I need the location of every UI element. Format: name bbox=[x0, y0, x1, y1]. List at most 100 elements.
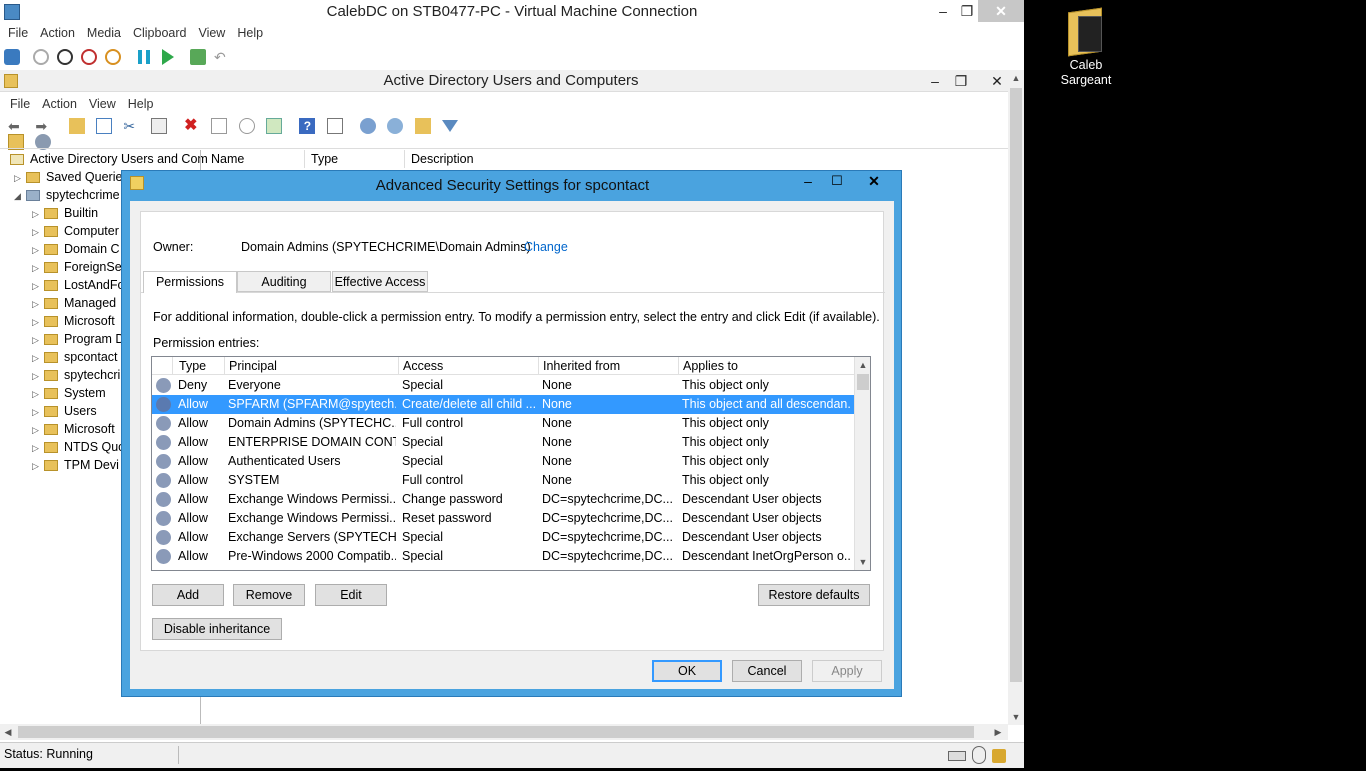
permission-row[interactable]: Allow Pre-Windows 2000 Compatib... Special… bbox=[152, 547, 854, 566]
collapse-arrow-icon[interactable]: ◢ bbox=[14, 187, 26, 205]
revert-icon[interactable]: ↶ bbox=[214, 49, 230, 65]
expand-arrow-icon[interactable]: ▷ bbox=[32, 331, 44, 349]
grid-scroll-up-icon[interactable]: ▲ bbox=[855, 357, 870, 373]
tree-domain[interactable]: ◢ spytechcrime bbox=[14, 186, 120, 204]
up-folder-icon[interactable] bbox=[68, 118, 85, 134]
refresh-icon[interactable] bbox=[238, 118, 255, 134]
console-icon[interactable] bbox=[326, 118, 343, 134]
add-button[interactable]: Add bbox=[152, 584, 224, 606]
back-icon[interactable]: ⬅ bbox=[8, 118, 24, 134]
permission-row[interactable]: Allow SYSTEM Full control None This object o… bbox=[152, 471, 854, 490]
col-perm-applies[interactable]: Applies to bbox=[678, 357, 854, 375]
aduc-menu-help[interactable]: Help bbox=[122, 94, 160, 114]
permission-row[interactable]: Allow Domain Admins (SPYTECHC... Full cont… bbox=[152, 414, 854, 433]
save-state-icon[interactable] bbox=[105, 49, 121, 65]
permission-row[interactable]: Allow Exchange Servers (SPYTECH... Special… bbox=[152, 528, 854, 547]
apply-button[interactable]: Apply bbox=[812, 660, 882, 682]
grid-scroll-down-icon[interactable]: ▼ bbox=[855, 554, 870, 570]
expand-arrow-icon[interactable]: ▷ bbox=[32, 259, 44, 277]
restore-defaults-button[interactable]: Restore defaults bbox=[758, 584, 870, 606]
resume-icon[interactable] bbox=[162, 49, 174, 65]
permission-row[interactable]: Deny Everyone Special None This object only bbox=[152, 376, 854, 395]
expand-arrow-icon[interactable]: ▷ bbox=[32, 241, 44, 259]
permission-row[interactable]: Allow SPFARM (SPFARM@spytech... Create/del… bbox=[152, 395, 854, 414]
scroll-left-icon[interactable]: ◀ bbox=[0, 724, 16, 740]
permission-row[interactable]: Allow Authenticated Users Special None This … bbox=[152, 452, 854, 471]
ctrl-alt-del-icon[interactable] bbox=[4, 49, 20, 65]
expand-arrow-icon[interactable]: ▷ bbox=[32, 439, 44, 457]
expand-arrow-icon[interactable]: ▷ bbox=[32, 457, 44, 475]
expand-arrow-icon[interactable]: ▷ bbox=[32, 421, 44, 439]
desktop-folder-label[interactable]: Caleb Sargeant bbox=[1046, 58, 1126, 88]
filter-icon[interactable] bbox=[442, 120, 459, 132]
tree-item[interactable]: ▷ LostAndFo bbox=[32, 276, 124, 294]
start-icon[interactable] bbox=[33, 49, 49, 65]
aduc-menu-view[interactable]: View bbox=[83, 94, 122, 114]
new-ou-icon[interactable] bbox=[414, 118, 431, 134]
dialog-close-icon[interactable]: ✕ bbox=[854, 171, 894, 193]
grid-scroll-thumb[interactable] bbox=[857, 374, 869, 390]
vm-menu-file[interactable]: File bbox=[2, 23, 34, 43]
edit-button[interactable]: Edit bbox=[315, 584, 387, 606]
tree-item[interactable]: ▷ Microsoft bbox=[32, 420, 115, 438]
vm-horizontal-scrollbar[interactable]: ◀ ▶ bbox=[0, 724, 1008, 740]
dialog-maximize-icon[interactable]: ☐ bbox=[824, 171, 850, 193]
tree-item[interactable]: ▷ spcontact bbox=[32, 348, 118, 366]
tree-item[interactable]: ▷ ForeignSe bbox=[32, 258, 122, 276]
col-name[interactable]: Name bbox=[205, 150, 305, 168]
aduc-menu-action[interactable]: Action bbox=[36, 94, 83, 114]
tab-auditing[interactable]: Auditing bbox=[237, 271, 331, 292]
tree-item[interactable]: ▷ Program D bbox=[32, 330, 124, 348]
expand-arrow-icon[interactable]: ▷ bbox=[32, 367, 44, 385]
col-type[interactable]: Type bbox=[305, 150, 405, 168]
col-perm-inherited[interactable]: Inherited from bbox=[538, 357, 678, 375]
copy-icon[interactable] bbox=[150, 118, 167, 134]
expand-arrow-icon[interactable]: ▷ bbox=[32, 313, 44, 331]
tab-permissions[interactable]: Permissions bbox=[143, 271, 237, 293]
scroll-thumb[interactable] bbox=[1010, 88, 1022, 682]
expand-arrow-icon[interactable]: ▷ bbox=[32, 223, 44, 241]
scroll-down-icon[interactable]: ▼ bbox=[1008, 709, 1024, 725]
permission-row[interactable]: Allow Exchange Windows Permissi... Reset p… bbox=[152, 509, 854, 528]
ok-button[interactable]: OK bbox=[652, 660, 722, 682]
vm-menu-clipboard[interactable]: Clipboard bbox=[127, 23, 193, 43]
col-description[interactable]: Description bbox=[405, 150, 555, 168]
expand-arrow-icon[interactable]: ▷ bbox=[32, 205, 44, 223]
pause-icon[interactable] bbox=[138, 50, 150, 64]
properties-icon[interactable] bbox=[211, 118, 228, 134]
scroll-right-icon[interactable]: ▶ bbox=[990, 724, 1006, 740]
expand-arrow-icon[interactable]: ▷ bbox=[32, 277, 44, 295]
forward-icon[interactable]: ➡ bbox=[35, 118, 51, 134]
help-icon[interactable]: ? bbox=[299, 118, 316, 134]
vm-menu-action[interactable]: Action bbox=[34, 23, 81, 43]
col-perm-principal[interactable]: Principal bbox=[224, 357, 398, 375]
desktop-folder-icon[interactable] bbox=[1068, 7, 1104, 57]
expand-arrow-icon[interactable]: ▷ bbox=[32, 403, 44, 421]
cut-icon[interactable]: ✂ bbox=[123, 118, 139, 134]
tree-item[interactable]: ▷ Microsoft bbox=[32, 312, 115, 330]
checkpoint-icon[interactable] bbox=[190, 49, 206, 65]
grid-scrollbar[interactable]: ▲ ▼ bbox=[854, 357, 870, 570]
aduc-menu-file[interactable]: File bbox=[4, 94, 36, 114]
expand-arrow-icon[interactable]: ▷ bbox=[32, 295, 44, 313]
cancel-button[interactable]: Cancel bbox=[732, 660, 802, 682]
scroll-up-icon[interactable]: ▲ bbox=[1008, 70, 1024, 86]
col-perm-access[interactable]: Access bbox=[398, 357, 538, 375]
tree-item[interactable]: ▷ NTDS Quo bbox=[32, 438, 125, 456]
expand-arrow-icon[interactable]: ▷ bbox=[32, 349, 44, 367]
tree-item[interactable]: ▷ spytechcri bbox=[32, 366, 120, 384]
turn-off-icon[interactable] bbox=[57, 49, 73, 65]
vm-menu-media[interactable]: Media bbox=[81, 23, 127, 43]
show-hide-tree-icon[interactable] bbox=[96, 118, 113, 134]
shutdown-icon[interactable] bbox=[81, 49, 97, 65]
tree-root[interactable]: Active Directory Users and Com bbox=[10, 150, 208, 168]
tab-effective-access[interactable]: Effective Access bbox=[332, 271, 428, 292]
tree-item[interactable]: ▷ Managed bbox=[32, 294, 116, 312]
tree-item[interactable]: ▷ Computer bbox=[32, 222, 119, 240]
vm-menu-help[interactable]: Help bbox=[231, 23, 269, 43]
change-owner-link[interactable]: Change bbox=[524, 240, 568, 254]
tree-item[interactable]: ▷ Users bbox=[32, 402, 97, 420]
close-icon[interactable]: ✕ bbox=[978, 0, 1024, 22]
dialog-minimize-icon[interactable]: – bbox=[795, 171, 821, 193]
vm-menu-view[interactable]: View bbox=[192, 23, 231, 43]
